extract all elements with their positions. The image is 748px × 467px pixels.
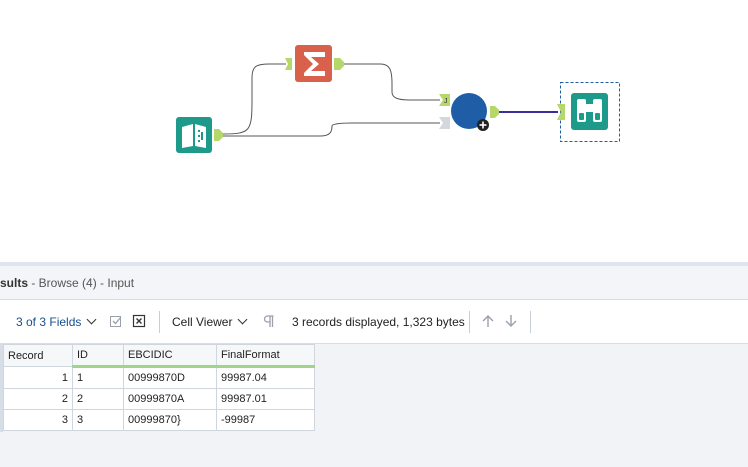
browse-input-anchor[interactable] <box>557 104 565 120</box>
workflow-diagram: J <box>176 45 620 153</box>
table-row[interactable]: 1 1 00999870D 99987.04 <box>3 366 315 389</box>
column-header-finalformat[interactable]: FinalFormat <box>216 344 315 368</box>
cell-viewer-label: Cell Viewer <box>172 315 233 329</box>
chevron-down-icon <box>238 314 248 325</box>
input-data-tool[interactable] <box>176 117 212 153</box>
record-number-cell[interactable]: 1 <box>3 366 73 389</box>
results-toolbar: 3 of 3 Fields Cell Viewer 3 records disp… <box>0 300 748 344</box>
join-right-anchor[interactable] <box>439 117 450 129</box>
results-title: sults - Browse (4) - Input <box>0 276 134 290</box>
toolbar-separator <box>530 311 531 333</box>
fields-dropdown-label: 3 of 3 Fields <box>16 315 82 329</box>
column-header-ebcidic[interactable]: EBCIDIC <box>123 344 217 368</box>
arrow-up-icon[interactable] <box>481 314 495 328</box>
connection-summarize-to-join[interactable] <box>343 63 440 101</box>
input-output-anchor[interactable] <box>214 129 223 141</box>
results-panel: sults - Browse (4) - Input 3 of 3 Fields… <box>0 266 748 467</box>
arrow-down-icon[interactable] <box>504 314 518 328</box>
table-row[interactable]: 3 3 00999870} -99987 <box>3 409 315 431</box>
ebcidic-cell[interactable]: 00999870} <box>123 409 217 431</box>
finalformat-cell[interactable]: -99987 <box>216 409 315 431</box>
fields-dropdown[interactable]: 3 of 3 Fields <box>16 314 97 329</box>
id-cell[interactable]: 1 <box>72 366 124 389</box>
check-icon[interactable] <box>109 314 123 328</box>
results-header: sults - Browse (4) - Input <box>0 266 748 300</box>
summarize-input-anchor[interactable] <box>285 58 292 70</box>
browse-tool[interactable] <box>571 93 608 130</box>
id-cell[interactable]: 2 <box>72 388 124 410</box>
records-status: 3 records displayed, 1,323 bytes <box>292 315 465 329</box>
ebcidic-cell[interactable]: 00999870D <box>123 366 217 389</box>
summarize-output-anchor[interactable] <box>334 58 344 70</box>
clear-icon[interactable] <box>132 314 146 328</box>
join-anchor-label: J <box>444 98 448 105</box>
results-grid: Record ID EBCIDIC FinalFormat 1 1 009998… <box>3 344 315 431</box>
table-row[interactable]: 2 2 00999870A 99987.01 <box>3 388 315 410</box>
record-number-cell[interactable]: 2 <box>3 388 73 410</box>
pilcrow-icon[interactable] <box>263 314 275 328</box>
cell-viewer-dropdown[interactable]: Cell Viewer <box>172 314 248 329</box>
column-header-id[interactable]: ID <box>72 344 124 368</box>
grid-header-row: Record ID EBCIDIC FinalFormat <box>3 344 315 368</box>
column-header-record[interactable]: Record <box>3 344 73 367</box>
finalformat-cell[interactable]: 99987.04 <box>216 366 315 389</box>
finalformat-cell[interactable]: 99987.01 <box>216 388 315 410</box>
chevron-down-icon <box>86 314 97 325</box>
connection-input-to-join[interactable] <box>222 122 440 137</box>
workflow-canvas[interactable]: J <box>0 0 748 262</box>
toolbar-separator <box>159 311 160 333</box>
toolbar-separator <box>469 311 470 333</box>
id-cell[interactable]: 3 <box>72 409 124 431</box>
results-title-sub: - Browse (4) - Input <box>28 276 135 290</box>
add-connection-icon[interactable] <box>477 119 489 131</box>
results-title-main: sults <box>0 276 29 290</box>
record-number-cell[interactable]: 3 <box>3 409 73 431</box>
join-output-anchor[interactable] <box>490 106 499 118</box>
connection-input-to-summarize[interactable] <box>221 63 286 135</box>
ebcidic-cell[interactable]: 00999870A <box>123 388 217 410</box>
summarize-tool[interactable] <box>295 45 332 82</box>
